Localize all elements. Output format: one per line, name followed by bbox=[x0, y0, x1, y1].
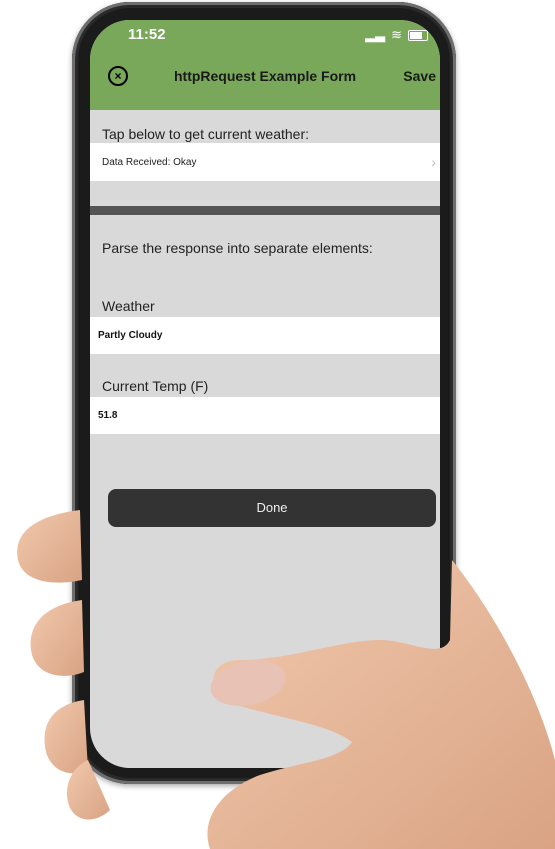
status-icons: ▂▃ ≋ bbox=[365, 27, 428, 43]
temp-label: Current Temp (F) bbox=[102, 378, 209, 394]
prompt-get-weather: Tap below to get current weather: bbox=[102, 126, 310, 142]
section-divider bbox=[90, 206, 440, 215]
wifi-icon: ≋ bbox=[391, 27, 402, 42]
battery-icon bbox=[408, 29, 428, 41]
save-button[interactable]: Save bbox=[403, 68, 436, 84]
data-received-row[interactable]: Data Received: Okay › bbox=[90, 143, 440, 181]
weather-value: Partly Cloudy bbox=[98, 330, 163, 341]
page-title: httpRequest Example Form bbox=[173, 68, 357, 84]
signal-icon: ▂▃ bbox=[365, 27, 386, 42]
weather-label: Weather bbox=[102, 298, 155, 314]
status-bar: 11:52 ▂▃ ≋ × httpRequest Example Form Sa… bbox=[90, 20, 440, 110]
nav-bar: × httpRequest Example Form Save bbox=[90, 54, 440, 100]
phone-screen: 11:52 ▂▃ ≋ × httpRequest Example Form Sa… bbox=[90, 20, 440, 768]
done-button[interactable]: Done bbox=[108, 489, 436, 527]
prompt-parse: Parse the response into separate element… bbox=[102, 240, 373, 256]
weather-field[interactable]: Partly Cloudy bbox=[90, 317, 440, 354]
data-received-label: Data Received: Okay bbox=[102, 157, 197, 168]
temp-field[interactable]: 51.8 bbox=[90, 397, 440, 434]
status-time: 11:52 bbox=[128, 26, 166, 43]
chevron-right-icon: › bbox=[431, 154, 436, 170]
temp-value: 51.8 bbox=[98, 410, 118, 421]
